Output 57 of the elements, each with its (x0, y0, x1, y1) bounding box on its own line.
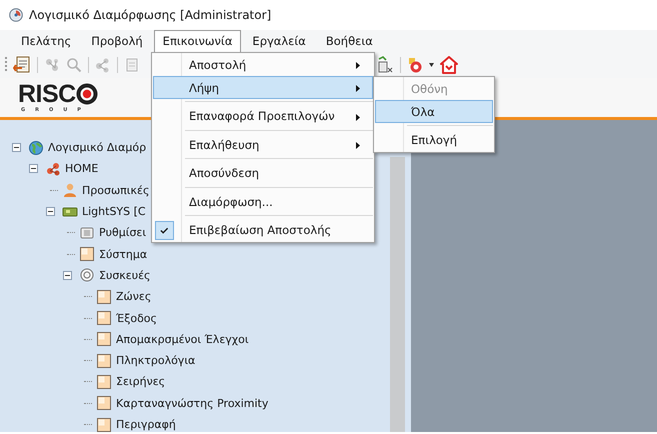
menu-option[interactable]: Επιβεβαίωση Αποστολής (153, 218, 373, 242)
tree-item[interactable]: Καρταναγνώστης Proximity (116, 396, 268, 410)
menu-item[interactable]: Βοήθεια (316, 30, 382, 52)
globe-icon (28, 140, 44, 156)
logo-ring-icon (76, 83, 98, 105)
collapse-icon[interactable] (46, 207, 55, 216)
tree-item[interactable]: Περιγραφή (116, 418, 176, 431)
window-title: Λογισμικό Διαμόρφωσης [Administrator] (29, 8, 272, 22)
tree-item[interactable]: Σειρήνες (116, 375, 166, 388)
menu-item[interactable]: Προβολή (82, 30, 152, 52)
tree-item[interactable]: Λογισμικό Διαμόρ (48, 141, 146, 154)
tree-item[interactable]: HOME (65, 162, 98, 176)
panel-icon (79, 224, 95, 241)
document-arrow-icon[interactable] (13, 56, 31, 74)
square-icon (96, 374, 112, 390)
person-icon (62, 182, 78, 198)
tree-item[interactable]: Έξοδος (116, 312, 157, 325)
app-icon (9, 8, 23, 22)
square-icon (96, 310, 112, 326)
square-icon (96, 416, 112, 432)
network-icon (45, 160, 61, 177)
checkmark-icon (155, 220, 174, 240)
house-icon[interactable] (440, 56, 458, 74)
menu-option[interactable]: Όλα (375, 100, 493, 123)
tree-item[interactable]: Ρυθμίσει (99, 226, 146, 240)
square-icon (79, 246, 95, 262)
tree-item[interactable]: Απομακρσμένοι Έλεγχοι (116, 332, 249, 346)
target-icon (79, 267, 95, 284)
caret-icon[interactable] (429, 63, 434, 67)
menu-item[interactable]: Επικοινωνία (154, 30, 242, 52)
tree-item[interactable]: Συσκευές (99, 268, 150, 282)
tree-item[interactable]: Ζώνες (116, 290, 152, 304)
tree-item[interactable]: LightSYS [C (82, 205, 146, 218)
collapse-icon[interactable] (29, 164, 38, 174)
square-icon (96, 288, 112, 305)
square-icon (96, 395, 112, 412)
submenu-arrow-icon (356, 142, 360, 149)
menu-option[interactable]: Επαναφορά Προεπιλογών (153, 104, 373, 128)
menu-option[interactable]: Επιλογή (375, 128, 493, 152)
menu-option[interactable]: Επαλήθευση (153, 133, 373, 156)
menu-item[interactable]: Εργαλεία (243, 30, 315, 52)
scrollbar[interactable] (390, 157, 405, 432)
logo-text: RISC (18, 81, 76, 107)
menu-option[interactable]: Αποσύνδεση (153, 162, 373, 184)
tree-item[interactable]: Πληκτρολόγια (116, 354, 196, 368)
submenu-arrow-icon (356, 62, 360, 69)
square-icon (96, 352, 112, 369)
menu-item[interactable]: Πελάτης (12, 30, 80, 52)
menu-option[interactable]: Λήψη (153, 76, 373, 99)
tree-item[interactable]: Σύστημα (99, 248, 148, 261)
tree-item[interactable]: Προσωπικές (82, 184, 150, 197)
submenu-arrow-icon (356, 85, 360, 92)
collapse-icon[interactable] (12, 143, 21, 152)
square-icon (96, 331, 112, 348)
menu-option[interactable]: Διαμόρφωση... (153, 190, 373, 213)
submenu-arrow-icon (356, 114, 360, 120)
collapse-icon[interactable] (63, 270, 72, 280)
